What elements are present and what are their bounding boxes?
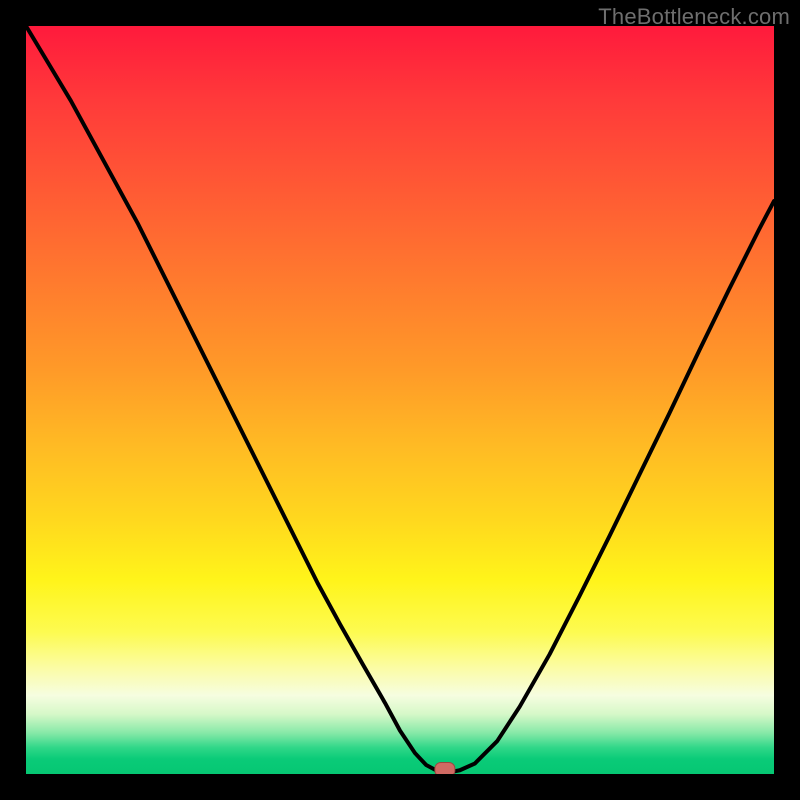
optimal-point-marker: [435, 763, 455, 774]
chart-frame: TheBottleneck.com: [0, 0, 800, 800]
watermark-text: TheBottleneck.com: [598, 4, 790, 30]
bottleneck-curve: [26, 26, 774, 773]
chart-svg: [26, 26, 774, 774]
